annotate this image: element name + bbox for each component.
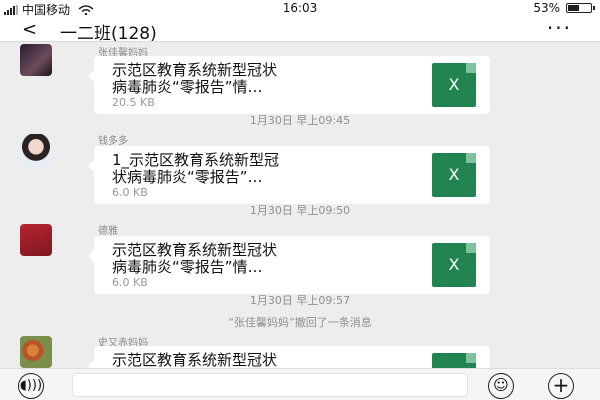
excel-icon-label: X [448,75,460,94]
file-name: 1_示范区教育系统新型冠 状病毒肺炎“零报告”… [112,151,280,186]
chat-message-list[interactable]: 张佳馨妈妈 示范区教育系统新型冠状 病毒肺炎“零报告”情… 20.5 KB X … [0,42,600,368]
battery-area: 53% [533,1,595,15]
battery-percent: 53% [533,1,560,15]
file-name: 示范区教育系统新型冠状 病毒肺炎“零报告”情… [112,351,278,369]
file-message-bubble[interactable]: 示范区教育系统新型冠状 病毒肺炎“零报告”情… 20.5 KB X [88,56,490,114]
file-message-bubble[interactable]: 示范区教育系统新型冠状 病毒肺炎“零报告”情… X [88,346,490,369]
plus-icon[interactable]: + [548,373,574,399]
avatar[interactable] [20,134,52,166]
file-name: 示范区教育系统新型冠状 病毒肺炎“零报告”情… [112,241,278,276]
voice-icon[interactable]: ◖))) [18,373,44,399]
file-name: 示范区教育系统新型冠状 病毒肺炎“零报告”情… [112,61,278,96]
status-bar: 中国移动 16:03 53% [0,0,600,17]
recall-notice: “张佳馨妈妈”撤回了一条消息 [228,316,372,329]
avatar[interactable] [20,224,52,256]
timestamp: 1月30日 早上09:50 [249,204,351,217]
timestamp: 1月30日 早上09:45 [249,114,351,127]
emoji-icon[interactable]: ☺ [488,373,514,399]
input-bar: ◖))) ☺ + [0,368,600,400]
excel-file-icon: X [432,63,476,107]
file-size: 20.5 KB [112,96,155,109]
file-message-bubble[interactable]: 1_示范区教育系统新型冠 状病毒肺炎“零报告”… 6.0 KB X [88,146,490,204]
sender-name: 德雅 [98,226,118,237]
file-message-bubble[interactable]: 示范区教育系统新型冠状 病毒肺炎“零报告”情… 6.0 KB X [88,236,490,294]
battery-icon [566,3,595,13]
excel-file-icon: X [432,243,476,287]
status-time: 16:03 [282,1,318,15]
more-dots-icon[interactable]: ··· [547,16,572,40]
excel-icon-label: X [448,165,460,184]
message-input[interactable] [72,373,468,397]
avatar[interactable] [20,336,52,368]
sender-name: 钱多多 [98,136,128,147]
excel-icon-label: X [448,255,460,274]
file-size: 6.0 KB [112,186,148,199]
excel-file-icon: X [432,353,476,368]
timestamp: 1月30日 早上09:57 [249,294,351,307]
chat-header: < 一二班(128) ··· [0,16,600,44]
avatar[interactable] [20,44,52,76]
excel-file-icon: X [432,153,476,197]
file-size: 6.0 KB [112,276,148,289]
chat-title: 一二班(128) [60,24,157,44]
chevron-left-icon[interactable]: < [22,19,37,40]
